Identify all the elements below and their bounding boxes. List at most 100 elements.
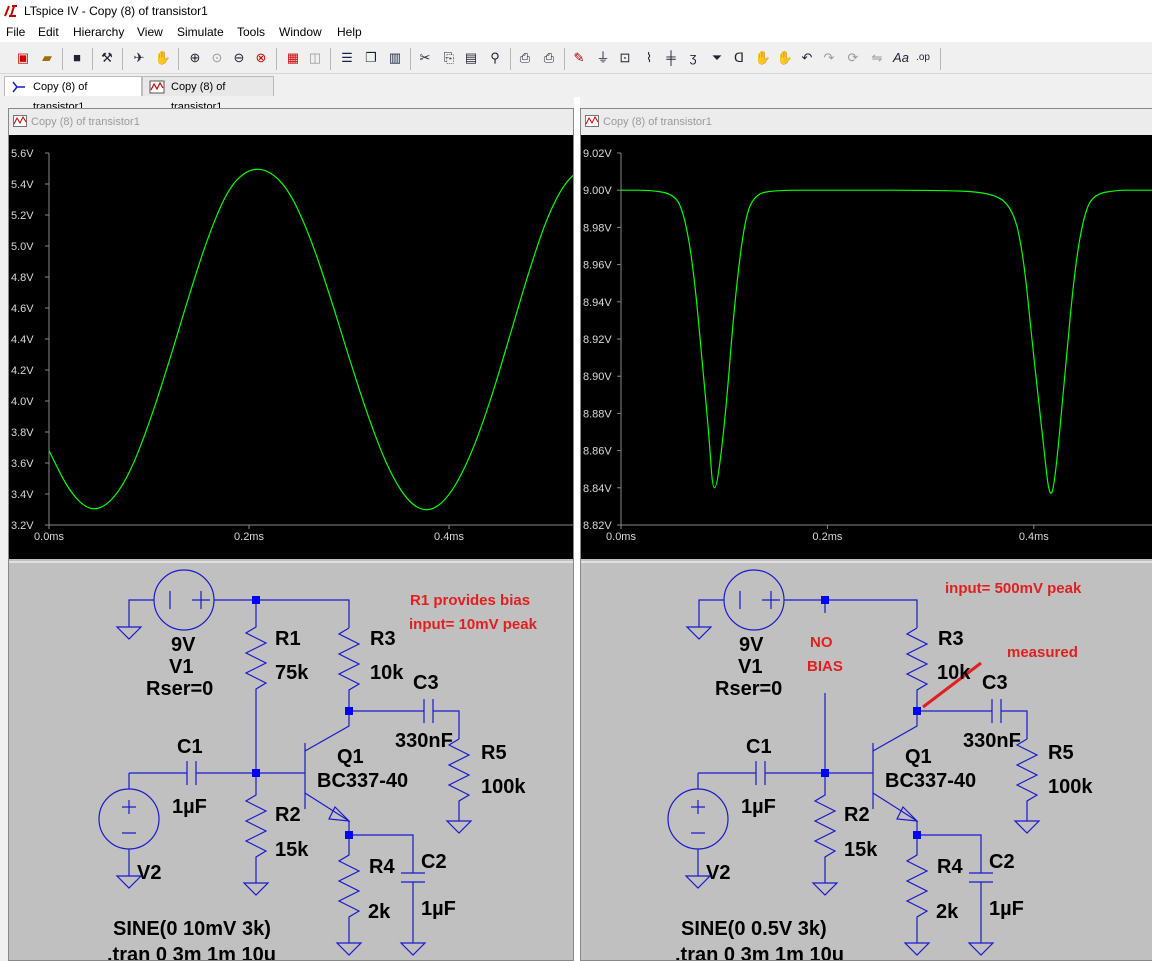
right-plot-y-tick-label: 8.86V — [583, 446, 612, 458]
left-plot-y-tick-label: 3.2V — [11, 520, 34, 532]
zoom-in-icon[interactable]: ⊕ — [186, 49, 204, 67]
label-icon[interactable]: ⊡ — [616, 49, 634, 67]
right-plot-y-tick-label: 8.96V — [583, 260, 612, 272]
right-waveform-plot[interactable]: 9.02V 9.00V 8.98V 8.96V 8.94V 8.92V 8.90V 8.88V… — [581, 135, 1152, 559]
r1-name: R1 — [275, 628, 301, 650]
left-plot-y-tick-label: 5.2V — [11, 210, 34, 222]
menu-hierarchy[interactable]: Hierarchy — [73, 25, 124, 39]
r5-name: R5 — [1048, 742, 1074, 764]
c3-name: C3 — [413, 672, 439, 694]
left-plot-y-tick-label: 5.6V — [11, 148, 34, 160]
tile-horizontal-icon[interactable]: ☰ — [338, 49, 356, 67]
c2-value: 1µF — [421, 898, 456, 920]
left-pane-title: Copy (8) of transistor1 — [31, 116, 140, 128]
autorange-icon[interactable]: ▦ — [284, 49, 302, 67]
pan-icon[interactable]: ⊙ — [208, 49, 226, 67]
menu-file[interactable]: File — [6, 25, 25, 39]
left-plot-y-tick-label: 5.0V — [11, 241, 34, 253]
right-plot-x-tick-label: 0.0ms — [606, 531, 636, 543]
c1-value: 1µF — [172, 796, 207, 818]
right-plot-y-tick-label: 8.90V — [583, 371, 612, 383]
c3-value: 330nF — [395, 730, 453, 752]
text-icon[interactable]: Aa — [892, 49, 910, 67]
waveform-icon — [13, 115, 27, 127]
v1-rser: Rser=0 — [146, 678, 213, 700]
mark-icon[interactable]: ◫ — [306, 49, 324, 67]
paste-icon[interactable]: ▤ — [462, 49, 480, 67]
right-plot-y-tick-label: 9.02V — [583, 148, 612, 160]
zoom-out-icon[interactable]: ⊖ — [230, 49, 248, 67]
tile-vertical-icon[interactable]: ▥ — [386, 49, 404, 67]
left-schematic[interactable]: 9V V1 Rser=0 R1 75k R3 10k C3 330nF R5 1… — [9, 561, 573, 960]
move-icon[interactable]: ✋ — [754, 49, 772, 67]
ground-icon[interactable]: ⏚ — [594, 49, 612, 67]
tab-waveform[interactable]: Copy (8) of transistor1 — [142, 76, 274, 113]
new-schematic-icon[interactable]: ▣ — [14, 49, 32, 67]
c1-name: C1 — [746, 736, 772, 758]
inductor-icon[interactable]: ʒ — [684, 49, 702, 67]
drag-icon[interactable]: ✋ — [776, 49, 794, 67]
left-waveform-plot[interactable]: 5.6V 5.4V 5.2V 5.0V 4.8V 4.6V 4.4V 4.2V 4.0V 3.8V… — [9, 135, 573, 559]
print-preview-icon[interactable]: ⎙ — [516, 49, 534, 67]
copy-icon[interactable]: ⎘ — [440, 49, 458, 67]
menu-edit[interactable]: Edit — [38, 25, 59, 39]
left-plot-y-tick-label: 4.4V — [11, 334, 34, 346]
right-plot-svg: 9.02V 9.00V 8.98V 8.96V 8.94V 8.92V 8.90V 8.88V… — [583, 148, 1152, 543]
r5-name: R5 — [481, 742, 507, 764]
cut-icon[interactable]: ✂ — [416, 49, 434, 67]
halt-icon[interactable]: ✋ — [154, 49, 172, 67]
ltspice-logo-icon — [4, 5, 17, 17]
menu-bar: File Edit Hierarchy View Simulate Tools … — [0, 22, 1152, 42]
right-plot-y-tick-label: 8.84V — [583, 483, 612, 495]
right-schematic[interactable]: 9V V1 Rser=0 R3 10k C3 330nF R5 100k Q1 … — [581, 561, 1152, 960]
undo-icon[interactable]: ↶ — [798, 49, 816, 67]
left-plot-y-tick-label: 4.2V — [11, 365, 34, 377]
spice-directive-icon[interactable]: .op — [914, 49, 932, 67]
r3-name: R3 — [370, 628, 396, 650]
print-icon[interactable]: ⎙ — [540, 49, 558, 67]
r1-value: 75k — [275, 662, 309, 684]
control-panel-icon[interactable]: ⚒ — [98, 49, 116, 67]
c2-value: 1µF — [989, 898, 1024, 920]
right-plot-y-tick-label: 8.92V — [583, 334, 612, 346]
mirror-icon[interactable]: ⇋ — [868, 49, 886, 67]
menu-simulate[interactable]: Simulate — [177, 25, 224, 39]
tab-schematic[interactable]: Copy (8) of transistor1 — [4, 76, 142, 113]
menu-tools[interactable]: Tools — [237, 25, 265, 39]
open-icon[interactable]: ▰ — [38, 49, 56, 67]
r4-name: R4 — [937, 856, 963, 878]
cascade-icon[interactable]: ❐ — [362, 49, 380, 67]
save-icon[interactable]: ■ — [68, 49, 86, 67]
v2-name: V2 — [706, 862, 730, 884]
tran-directive: .tran 0 3m 1m 10u — [107, 944, 276, 961]
v1-name: V1 — [169, 656, 193, 678]
annotation-line-1: R1 provides bias — [410, 592, 530, 609]
run-icon[interactable]: ✈ — [130, 49, 148, 67]
c2-name: C2 — [989, 851, 1015, 873]
find-icon[interactable]: ⚲ — [486, 49, 504, 67]
wire-icon[interactable]: ✎ — [570, 49, 588, 67]
redo-icon[interactable]: ↷ — [820, 49, 838, 67]
component-icon[interactable]: ᗡ — [730, 49, 748, 67]
schematic-icon — [12, 81, 25, 93]
r4-name: R4 — [369, 856, 395, 878]
r2-name: R2 — [844, 804, 870, 826]
diode-icon[interactable]: ⏷ — [708, 49, 726, 67]
r4-value: 2k — [936, 901, 959, 923]
left-pane-header: Copy (8) of transistor1 — [9, 109, 573, 136]
q1-value: BC337-40 — [317, 770, 408, 792]
v1-name: V1 — [738, 656, 762, 678]
rotate-icon[interactable]: ⟳ — [844, 49, 862, 67]
menu-help[interactable]: Help — [337, 25, 362, 39]
r2-name: R2 — [275, 804, 301, 826]
capacitor-icon[interactable]: ╪ — [662, 49, 680, 67]
menu-view[interactable]: View — [137, 25, 163, 39]
r2-value: 15k — [275, 839, 309, 861]
left-plot-y-tick-label: 4.6V — [11, 303, 34, 315]
zoom-cancel-icon[interactable]: ⊗ — [252, 49, 270, 67]
left-plot-y-tick-label: 4.0V — [11, 396, 34, 408]
menu-window[interactable]: Window — [279, 25, 322, 39]
title-bar: LTspice IV - Copy (8) of transistor1 — [0, 0, 1152, 22]
resistor-icon[interactable]: ⌇ — [640, 49, 658, 67]
right-plot-y-tick-label: 8.98V — [583, 222, 612, 234]
